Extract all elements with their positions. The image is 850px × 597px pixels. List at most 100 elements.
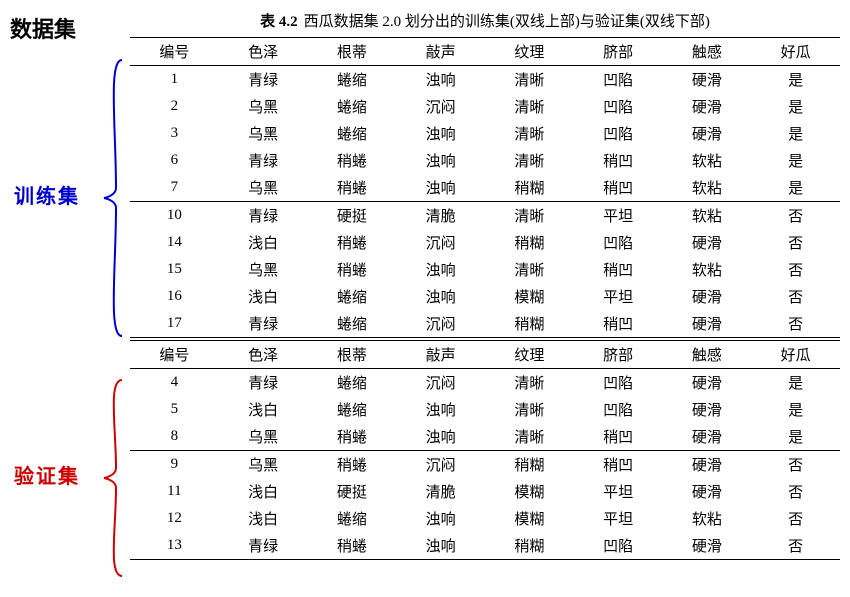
table-cell: 否 [751,256,840,283]
caption-id: 表 4.2 [260,14,298,30]
table-cell: 凹陷 [574,369,663,397]
table-row: 17青绿蜷缩沉闷稍糊稍凹硬滑否 [130,310,840,337]
table-cell: 青绿 [219,147,308,174]
table-cell: 是 [751,147,840,174]
table-cell: 1 [130,66,219,94]
table-cell: 硬滑 [663,396,752,423]
table-cell: 浊响 [396,147,485,174]
table-cell: 青绿 [219,369,308,397]
table-cell: 17 [130,310,219,337]
table-cell: 是 [751,66,840,94]
table-cell: 8 [130,423,219,450]
table-cell: 稍蜷 [308,256,397,283]
table-cell: 清晰 [485,120,574,147]
table-row: 6青绿稍蜷浊响清晰稍凹软粘是 [130,147,840,174]
table-cell: 2 [130,93,219,120]
valid-set-label: 验证集 [14,460,80,489]
brace-valid-icon [100,378,126,578]
col-header: 好瓜 [751,38,840,66]
table-cell: 稍糊 [485,229,574,256]
table-cell: 清脆 [396,202,485,230]
col-header: 根蒂 [308,38,397,66]
table-cell: 浊响 [396,505,485,532]
table-cell: 浊响 [396,396,485,423]
table-cell: 硬滑 [663,229,752,256]
col-header: 根蒂 [308,341,397,369]
table-cell: 是 [751,120,840,147]
table-cell: 硬挺 [308,202,397,230]
table-cell: 稍凹 [574,256,663,283]
table-cell: 平坦 [574,505,663,532]
table-cell: 15 [130,256,219,283]
table-caption: 表 4.2 西瓜数据集 2.0 划分出的训练集(双线上部)与验证集(双线下部) [130,10,840,31]
table-cell: 硬滑 [663,423,752,450]
table-cell: 浅白 [219,229,308,256]
table-cell: 硬滑 [663,93,752,120]
table-cell: 是 [751,369,840,397]
table-cell: 稍蜷 [308,147,397,174]
table-cell: 凹陷 [574,229,663,256]
table-cell: 软粘 [663,505,752,532]
table-cell: 是 [751,423,840,450]
table-cell: 模糊 [485,283,574,310]
table-cell: 软粘 [663,202,752,230]
table-cell: 稍凹 [574,451,663,479]
table-cell: 否 [751,532,840,559]
table-cell: 乌黑 [219,120,308,147]
table-header-row: 编号 色泽 根蒂 敲声 纹理 脐部 触感 好瓜 [130,38,840,66]
table-cell: 青绿 [219,310,308,337]
table-cell: 稍蜷 [308,423,397,450]
table-cell: 否 [751,283,840,310]
col-header: 编号 [130,341,219,369]
col-header: 纹理 [485,38,574,66]
table-cell: 平坦 [574,283,663,310]
table-cell: 否 [751,310,840,337]
table-cell: 模糊 [485,478,574,505]
table-cell: 稍凹 [574,310,663,337]
table-cell: 乌黑 [219,93,308,120]
table-cell: 清晰 [485,423,574,450]
table-cell: 清晰 [485,202,574,230]
table-cell: 6 [130,147,219,174]
table-cell: 4 [130,369,219,397]
table-cell: 稍凹 [574,147,663,174]
table-cell: 否 [751,505,840,532]
col-header: 色泽 [219,38,308,66]
table-cell: 沉闷 [396,451,485,479]
table-cell: 软粘 [663,174,752,201]
table-cell: 7 [130,174,219,201]
col-header: 敲声 [396,341,485,369]
table-cell: 模糊 [485,505,574,532]
table-cell: 清晰 [485,396,574,423]
table-cell: 软粘 [663,256,752,283]
table-cell: 浅白 [219,505,308,532]
table-cell: 稍凹 [574,174,663,201]
table-cell: 是 [751,396,840,423]
col-header: 编号 [130,38,219,66]
table-cell: 稍糊 [485,310,574,337]
table-cell: 硬滑 [663,310,752,337]
table-cell: 凹陷 [574,532,663,559]
table-cell: 浅白 [219,396,308,423]
table-cell: 浊响 [396,423,485,450]
table-cell: 青绿 [219,532,308,559]
table-cell: 凹陷 [574,93,663,120]
table-cell: 浊响 [396,532,485,559]
caption-text: 西瓜数据集 2.0 划分出的训练集(双线上部)与验证集(双线下部) [304,14,710,30]
table-cell: 否 [751,202,840,230]
table-cell: 沉闷 [396,229,485,256]
table-cell: 软粘 [663,147,752,174]
table-cell: 硬滑 [663,532,752,559]
table-cell: 沉闷 [396,93,485,120]
col-header: 触感 [663,341,752,369]
table-cell: 硬挺 [308,478,397,505]
table-cell: 青绿 [219,202,308,230]
table-cell: 硬滑 [663,478,752,505]
brace-train-icon [100,58,126,338]
table-cell: 清脆 [396,478,485,505]
table-cell: 是 [751,174,840,201]
table-cell: 硬滑 [663,120,752,147]
table-cell: 蜷缩 [308,396,397,423]
table-cell: 稍蜷 [308,174,397,201]
table-cell: 稍蜷 [308,451,397,479]
